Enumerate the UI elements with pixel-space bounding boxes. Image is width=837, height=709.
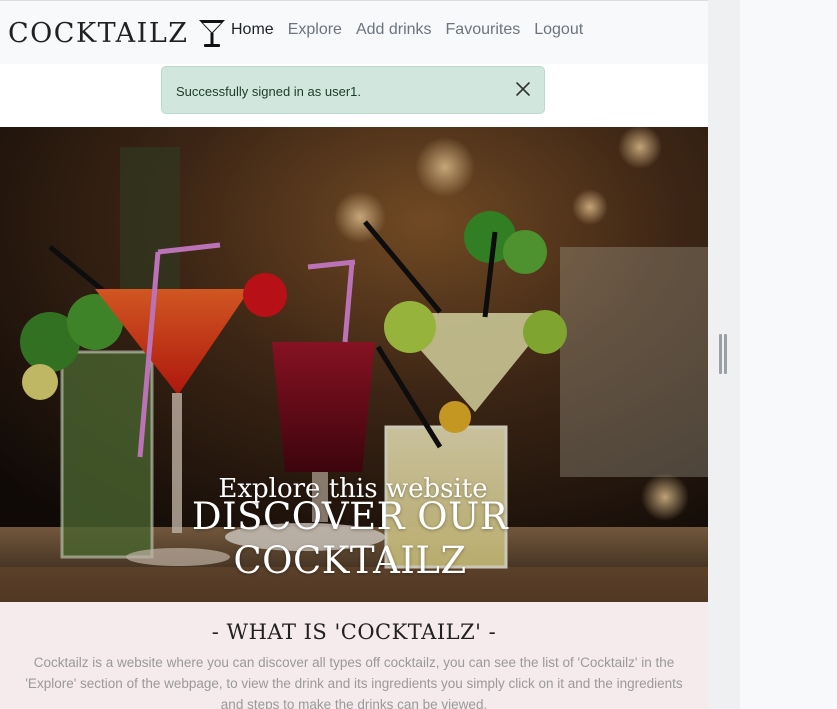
cocktail-glass-icon xyxy=(197,17,227,49)
hero-subtitle: Explore this website xyxy=(218,474,488,504)
about-heading: - WHAT IS 'COCKTAILZ' - xyxy=(211,620,497,644)
nav-logout-link[interactable]: Logout xyxy=(534,21,583,39)
about-section: - WHAT IS 'COCKTAILZ' - Cocktailz is a w… xyxy=(0,602,708,709)
nav-home-link[interactable]: Home xyxy=(231,21,274,39)
nav-favourites-link[interactable]: Favourites xyxy=(446,21,521,39)
hero-title-line-2: COCKTAILZ xyxy=(233,539,467,582)
brand-name: COCKTAILZ xyxy=(8,17,189,49)
hero-title: DISCOVER OUR COCKTAILZ xyxy=(150,495,550,583)
success-alert: Successfully signed in as user1. xyxy=(161,66,545,114)
about-text: Cocktailz is a website where you can dis… xyxy=(25,655,683,709)
alert-message: Successfully signed in as user1. xyxy=(176,84,361,99)
hero-banner: DISCOVER OUR COCKTAILZ xyxy=(0,127,708,602)
navbar: COCKTAILZ Home Explore Add drinks Favour… xyxy=(0,0,708,64)
nav-links: Home Explore Add drinks Favourites Logou… xyxy=(231,21,597,39)
nav-add-drinks-link[interactable]: Add drinks xyxy=(356,21,432,39)
pane-resize-handle[interactable] xyxy=(719,334,727,374)
nav-explore-link[interactable]: Explore xyxy=(288,21,342,39)
brand-link[interactable]: COCKTAILZ xyxy=(8,15,227,51)
page: COCKTAILZ Home Explore Add drinks Favour… xyxy=(0,0,708,709)
close-icon[interactable] xyxy=(514,80,532,98)
side-pane xyxy=(740,0,837,709)
